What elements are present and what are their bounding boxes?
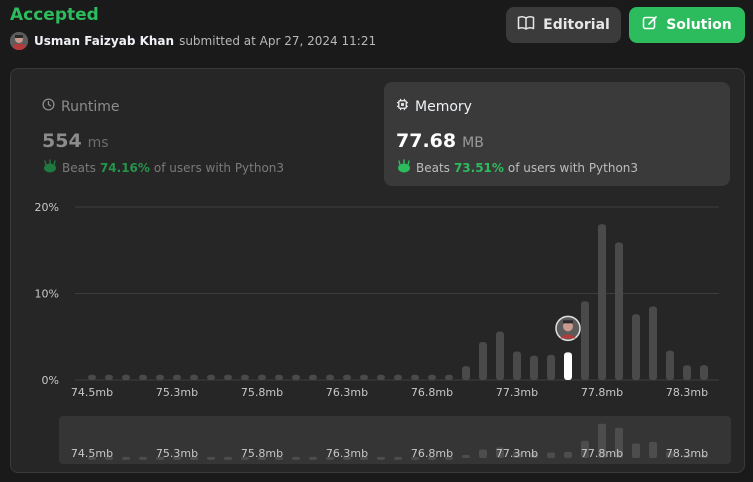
chart-bar[interactable] xyxy=(632,314,640,380)
x-tick-label: 76.3mb xyxy=(326,386,368,399)
chart-bar[interactable] xyxy=(326,374,334,380)
solution-label: Solution xyxy=(666,17,732,33)
chart-bar[interactable] xyxy=(445,374,453,380)
chart-bar[interactable] xyxy=(224,374,232,380)
chart-bar[interactable] xyxy=(88,374,96,380)
submitter-line: Usman Faizyab Khan submitted at Apr 27, … xyxy=(10,32,376,50)
chart-bar[interactable] xyxy=(156,374,164,380)
navigator-tick-label: 74.5mb xyxy=(71,447,113,460)
navigator-bar xyxy=(649,441,657,458)
navigator-bar xyxy=(292,456,300,460)
navigator-tick-label: 75.3mb xyxy=(156,447,198,460)
chart-bar[interactable] xyxy=(547,354,555,380)
navigator-tick-label: 77.8mb xyxy=(581,447,623,460)
navigator-bar xyxy=(479,449,487,458)
navigator-bar xyxy=(564,451,572,458)
navigator-bar xyxy=(122,456,130,460)
navigator-bar xyxy=(207,456,215,460)
submission-header: Accepted Usman Faizyab Khan submitted at… xyxy=(0,0,753,60)
edit-icon xyxy=(642,15,658,35)
chart-bar[interactable] xyxy=(411,374,419,380)
chart-bar[interactable] xyxy=(309,374,317,380)
chart-bar[interactable] xyxy=(292,374,300,380)
navigator-bar xyxy=(224,456,232,460)
navigator-bar xyxy=(377,456,385,460)
user-name-link[interactable]: Usman Faizyab Khan xyxy=(34,34,174,48)
navigator-tick-label: 76.8mb xyxy=(411,447,453,460)
chart-bar[interactable] xyxy=(122,374,130,380)
navigator-tick-label: 75.8mb xyxy=(241,447,283,460)
chart-bar[interactable] xyxy=(479,341,487,380)
chart-bar[interactable] xyxy=(258,374,266,380)
chart-bar[interactable] xyxy=(615,242,623,380)
chart-bar[interactable] xyxy=(462,366,470,380)
user-avatar[interactable] xyxy=(10,32,28,50)
chart-bar[interactable] xyxy=(377,374,385,380)
status-label: Accepted xyxy=(10,5,99,25)
chart-bar[interactable] xyxy=(190,374,198,380)
navigator-bar xyxy=(462,454,470,458)
x-tick-label: 78.3mb xyxy=(666,386,708,399)
submission-time: submitted at Apr 27, 2024 11:21 xyxy=(179,34,377,48)
x-tick-label: 74.5mb xyxy=(71,386,113,399)
memory-distribution-chart: 20% 10% 0% 74.5mb 75.3mb 75.8mb 76.3mb 76.8mb 7… xyxy=(35,201,731,464)
chart-bar[interactable] xyxy=(173,374,181,380)
chart-bar[interactable] xyxy=(496,331,504,380)
x-tick-label: 75.8mb xyxy=(241,386,283,399)
chart-bar[interactable] xyxy=(683,365,691,380)
y-tick-label: 0% xyxy=(42,374,59,387)
editorial-label: Editorial xyxy=(543,17,610,33)
chart-bar[interactable] xyxy=(700,365,708,380)
user-position-marker[interactable] xyxy=(555,315,581,342)
performance-panel: Runtime 554 ms Beats 74.16% of users wit… xyxy=(10,68,745,473)
x-tick-label: 75.3mb xyxy=(156,386,198,399)
chart-bar[interactable] xyxy=(207,374,215,380)
navigator-bar xyxy=(547,452,555,458)
chart-bar[interactable] xyxy=(241,374,249,380)
chart-bar[interactable] xyxy=(360,374,368,380)
chart-bar[interactable] xyxy=(598,224,606,380)
chart-bar[interactable] xyxy=(275,374,283,380)
y-tick-label: 10% xyxy=(35,288,59,301)
y-tick-label: 20% xyxy=(35,201,59,214)
x-tick-label: 77.3mb xyxy=(496,386,538,399)
chart-bar-selected[interactable] xyxy=(564,352,572,380)
navigator-bar xyxy=(394,456,402,460)
x-tick-label: 76.8mb xyxy=(411,386,453,399)
chart-bar[interactable] xyxy=(105,374,113,380)
navigator-tick-label: 76.3mb xyxy=(326,447,368,460)
chart-bar[interactable] xyxy=(666,350,674,380)
navigator-tick-label: 78.3mb xyxy=(666,447,708,460)
navigator-bar xyxy=(632,443,640,458)
chart-bar[interactable] xyxy=(139,374,147,380)
editorial-button[interactable]: Editorial xyxy=(506,7,621,43)
book-icon xyxy=(517,15,535,35)
chart-bar[interactable] xyxy=(649,306,657,380)
x-tick-label: 77.8mb xyxy=(581,386,623,399)
chart-bar[interactable] xyxy=(513,351,521,380)
solution-button[interactable]: Solution xyxy=(629,7,745,43)
chart-bar[interactable] xyxy=(343,374,351,380)
chart-bar[interactable] xyxy=(581,301,589,380)
chart-bar[interactable] xyxy=(394,374,402,380)
navigator-bar xyxy=(309,456,317,460)
navigator-bar xyxy=(139,456,147,460)
navigator-tick-label: 77.3mb xyxy=(496,447,538,460)
chart-bar[interactable] xyxy=(530,355,538,380)
chart-bar[interactable] xyxy=(428,374,436,380)
